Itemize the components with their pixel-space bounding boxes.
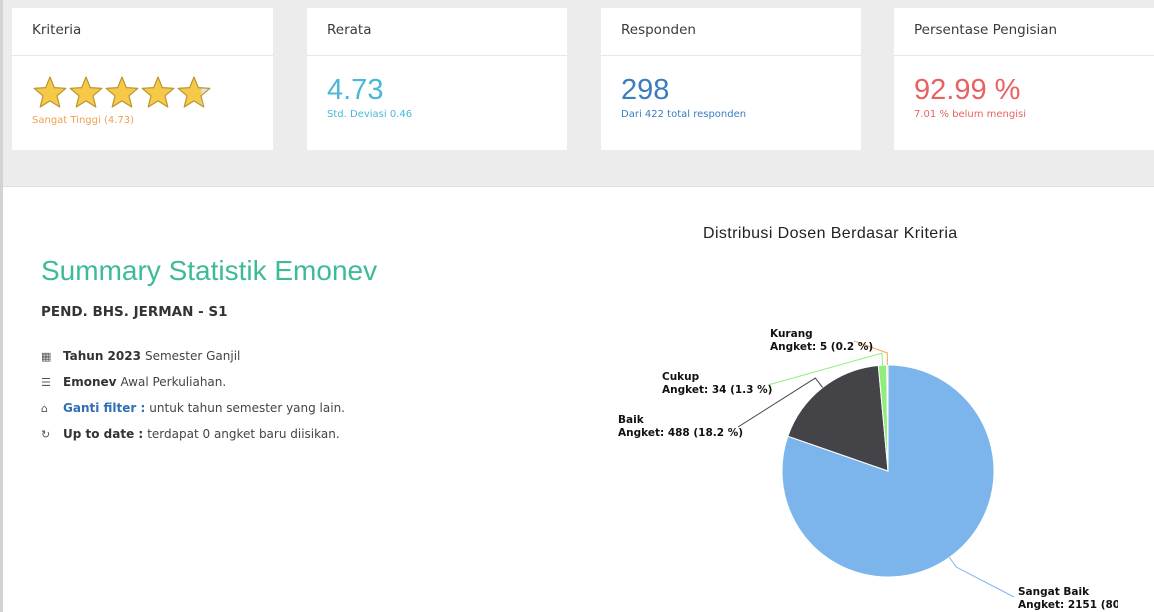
kriteria-caption: Sangat Tinggi (4.73): [32, 115, 135, 126]
info-row-filter: ⌂ Ganti filter : untuk tahun semester ya…: [41, 395, 345, 421]
kriteria-card-header: Kriteria: [12, 8, 273, 56]
pie-label-name: Baik: [618, 414, 645, 426]
filter-hint-text: untuk tahun semester yang lain.: [149, 401, 345, 415]
home-icon: ⌂: [41, 401, 48, 415]
kriteria-card: Kriteria Sangat Tinggi (4.73): [12, 8, 273, 150]
up-to-date-label: Up to date :: [63, 427, 144, 441]
chart-title: Distribusi Dosen Berdasar Kriteria: [703, 225, 958, 242]
emonev-type-text: Awal Perkuliahan.: [120, 375, 227, 389]
pie-connector-sangat-baik: [949, 557, 1015, 598]
pie-label-value: Angket: 34 (1.3 %): [662, 384, 772, 396]
update-status-text: terdapat 0 angket baru diisikan.: [147, 427, 340, 441]
ganti-filter-link[interactable]: Ganti filter :: [63, 401, 145, 415]
star-icon: [105, 76, 139, 108]
pie-label-value: Angket: 488 (18.2 %): [618, 427, 743, 439]
persentase-card: Persentase Pengisian 92.99 % 7.01 % belu…: [894, 8, 1154, 150]
dashboard-page: Kriteria Sangat Tinggi (4.73) Rerata 4.7…: [0, 0, 1154, 612]
star-icon: [177, 76, 211, 108]
responden-value: 298: [621, 74, 670, 106]
star-icon: [69, 76, 103, 108]
rerata-card: Rerata 4.73 Std. Deviasi 0.46: [307, 8, 567, 150]
star-icon: [141, 76, 175, 108]
summary-title: Summary Statistik Emonev: [41, 255, 378, 286]
persentase-value: 92.99 %: [914, 74, 1021, 106]
pie-label-name: Kurang: [770, 328, 813, 340]
info-row-emonev: ☰ Emonev Awal Perkuliahan.: [41, 369, 345, 395]
list-icon: ☰: [41, 375, 51, 389]
belum-mengisi-caption: 7.01 % belum mengisi: [914, 109, 1027, 120]
summary-info-list: ▦ Tahun 2023 Semester Ganjil ☰ Emonev Aw…: [41, 343, 345, 447]
summary-panel: Summary Statistik Emonev PEND. BHS. JERM…: [3, 186, 1154, 612]
responden-card: Responden 298 Dari 422 total responden: [601, 8, 861, 150]
std-deviasi-caption: Std. Deviasi 0.46: [327, 109, 413, 120]
pie-chart: Sangat BaikAngket: 2151 (80.3 %)BaikAngk…: [618, 328, 1118, 611]
refresh-icon: ↻: [41, 427, 51, 441]
rerata-value: 4.73: [327, 74, 384, 106]
calendar-icon: ▦: [41, 349, 52, 363]
pie-label-name: Sangat Baik: [1018, 586, 1090, 598]
info-row-update: ↻ Up to date : terdapat 0 angket baru di…: [41, 421, 345, 447]
info-row-tahun: ▦ Tahun 2023 Semester Ganjil: [41, 343, 345, 369]
persentase-card-header: Persentase Pengisian: [894, 8, 1154, 56]
star-rating: [32, 75, 273, 113]
semester-text: Semester Ganjil: [144, 349, 241, 363]
tahun-label: Tahun 2023: [63, 349, 141, 363]
pie-label-name: Cukup: [662, 371, 700, 383]
program-studi-name: PEND. BHS. JERMAN - S1: [41, 304, 228, 320]
pie-label-value: Angket: 5 (0.2 %): [770, 341, 873, 353]
rerata-card-header: Rerata: [307, 8, 567, 56]
responden-card-header: Responden: [601, 8, 861, 56]
star-icon: [33, 76, 67, 108]
responden-caption: Dari 422 total responden: [621, 109, 747, 120]
pie-label-value: Angket: 2151 (80.3 %): [1018, 599, 1118, 611]
emonev-label: Emonev: [63, 375, 117, 389]
